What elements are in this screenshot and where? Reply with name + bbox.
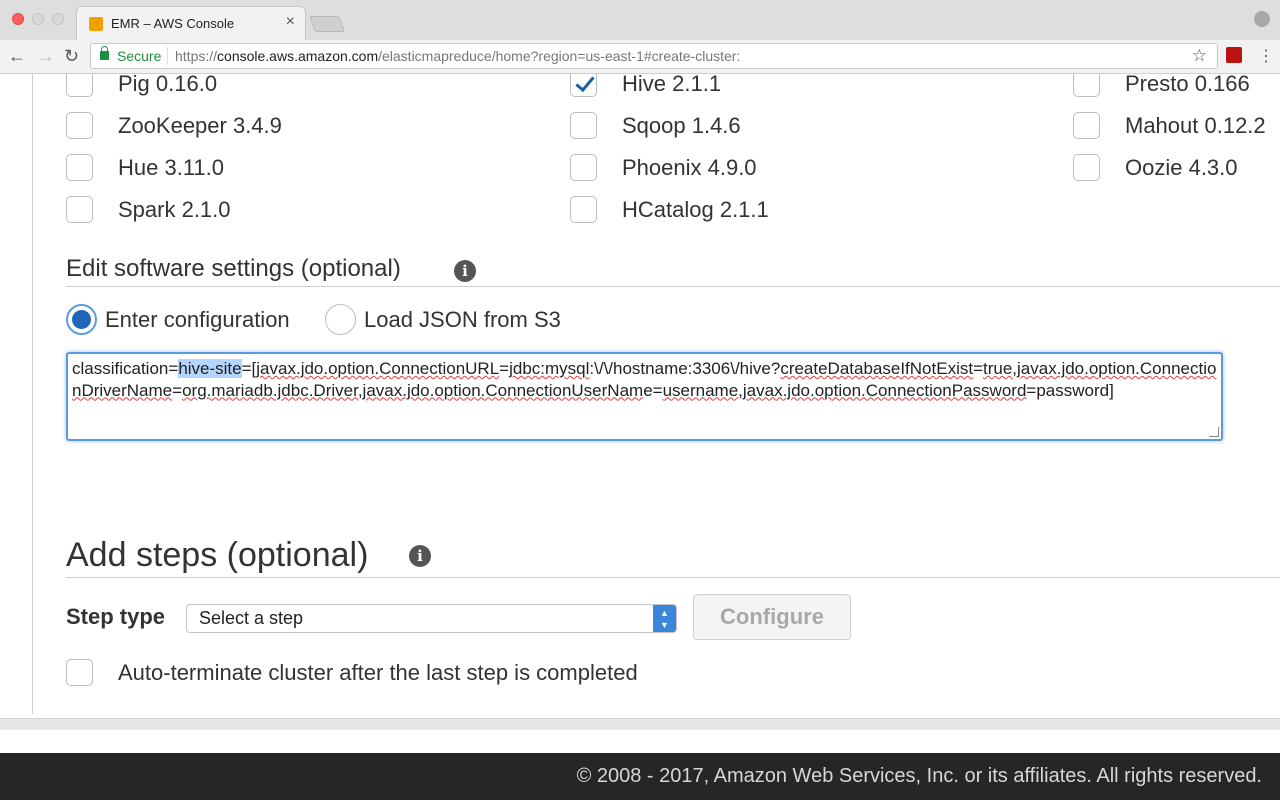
application-label[interactable]: Mahout 0.12.2 <box>1125 112 1266 139</box>
application-label[interactable]: Presto 0.166 <box>1125 74 1250 97</box>
add-steps-title: Add steps (optional) <box>66 536 369 574</box>
config-text: = <box>499 359 510 378</box>
url-text[interactable]: https://console.aws.amazon.com/elasticma… <box>175 48 740 64</box>
application-checkbox[interactable] <box>570 154 597 181</box>
back-arrow-icon[interactable]: ← <box>8 45 26 67</box>
url-host: console.aws.amazon.com <box>217 48 379 64</box>
application-checkbox[interactable] <box>66 112 93 139</box>
application-checkbox[interactable] <box>1073 74 1100 97</box>
section-divider <box>66 286 1280 287</box>
new-tab-button[interactable] <box>309 16 345 32</box>
configuration-textarea[interactable]: classification=hive-site=[javax.jdo.opti… <box>66 352 1223 441</box>
application-checkbox[interactable] <box>66 196 93 223</box>
reload-icon[interactable]: ↻ <box>64 45 79 67</box>
application-label[interactable]: ZooKeeper 3.4.9 <box>118 112 282 139</box>
application-label[interactable]: Hive 2.1.1 <box>622 74 721 97</box>
url-path: /elasticmapreduce/home?region=us-east-1#… <box>378 48 741 64</box>
config-text: jdbc:mysql <box>509 359 590 378</box>
application-label[interactable]: Oozie 4.3.0 <box>1125 154 1238 181</box>
application-checkbox[interactable] <box>570 196 597 223</box>
software-settings-title: Edit software settings (optional) <box>66 255 401 282</box>
tab-title: EMR – AWS Console <box>111 16 235 31</box>
application-label[interactable]: Phoenix 4.9.0 <box>622 154 757 181</box>
config-text: classification= <box>72 359 179 378</box>
enter-configuration-label[interactable]: Enter configuration <box>105 307 290 333</box>
application-label[interactable]: Sqoop 1.4.6 <box>622 112 741 139</box>
close-window-button[interactable] <box>12 13 24 25</box>
config-selection: hive-site <box>178 359 242 378</box>
content-bottom-border <box>0 718 1280 730</box>
browser-toolbar: ← → ↻ Secure https://console.aws.amazon.… <box>0 40 1280 74</box>
step-type-label: Step type <box>66 604 166 629</box>
application-checkbox[interactable] <box>1073 112 1100 139</box>
tab-close-icon[interactable]: × <box>286 13 295 31</box>
lock-icon <box>100 46 109 60</box>
address-bar[interactable]: Secure https://console.aws.amazon.com/el… <box>90 43 1218 69</box>
application-label[interactable]: Spark 2.1.0 <box>118 196 231 223</box>
enter-configuration-radio[interactable] <box>66 304 97 335</box>
application-checkbox[interactable] <box>570 74 597 97</box>
config-text: org.mariadb.jdbc.Driver,javax.jdo.option… <box>182 380 644 400</box>
load-json-s3-label[interactable]: Load JSON from S3 <box>364 307 561 333</box>
secure-label: Secure <box>117 48 162 64</box>
maximize-window-button[interactable] <box>52 13 64 25</box>
config-text: = <box>172 380 183 400</box>
url-divider <box>167 47 168 65</box>
pdf-extension-icon[interactable] <box>1226 47 1242 63</box>
config-text: =password] <box>1026 380 1114 400</box>
aws-favicon-icon <box>89 17 103 31</box>
forward-arrow-icon[interactable]: → <box>37 45 55 67</box>
page-content: Pig 0.16.0 Hive 2.1.1 Presto 0.166 ZooKeepe… <box>0 74 1280 800</box>
page-footer: © 2008 - 2017, Amazon Web Services, Inc.… <box>0 753 1280 800</box>
resize-handle-icon[interactable] <box>1209 427 1219 437</box>
url-scheme: https:// <box>175 48 218 64</box>
select-arrows-icon: ▲ ▼ <box>653 605 676 632</box>
configure-button[interactable]: Configure <box>693 594 851 640</box>
application-label[interactable]: Hue 3.11.0 <box>118 154 224 181</box>
browser-menu-icon[interactable]: ⋮ <box>1258 46 1274 66</box>
application-checkbox[interactable] <box>66 154 93 181</box>
autoterminate-label[interactable]: Auto-terminate cluster after the last st… <box>118 659 638 686</box>
config-text: =[ <box>241 359 257 378</box>
info-icon[interactable]: i <box>454 260 476 282</box>
load-json-s3-radio[interactable] <box>325 304 356 335</box>
bookmark-star-icon[interactable]: ☆ <box>1192 46 1207 66</box>
config-text: createDatabaseIfNotExist <box>780 359 974 378</box>
application-label[interactable]: Pig 0.16.0 <box>118 74 217 97</box>
config-text: :\/\/hostname:3306\/hive? <box>589 359 781 378</box>
config-text: javax.jdo.option.ConnectionURL <box>256 359 500 378</box>
config-text: = <box>973 359 984 378</box>
browser-tab[interactable]: EMR – AWS Console × <box>76 6 306 40</box>
step-select-value: Select a step <box>199 608 304 628</box>
left-divider <box>32 74 33 714</box>
profile-icon[interactable] <box>1254 11 1270 27</box>
copyright-text: © 2008 - 2017, Amazon Web Services, Inc.… <box>576 765 1262 787</box>
step-type-select[interactable]: Select a step ▲ ▼ <box>186 604 677 633</box>
minimize-window-button[interactable] <box>32 13 44 25</box>
section-divider <box>66 577 1280 578</box>
info-icon[interactable]: i <box>409 545 431 567</box>
application-checkbox[interactable] <box>570 112 597 139</box>
application-label[interactable]: HCatalog 2.1.1 <box>622 196 769 223</box>
application-checkbox[interactable] <box>66 74 93 97</box>
autoterminate-checkbox[interactable] <box>66 659 93 686</box>
config-text: username,javax.jdo.option.ConnectionPass… <box>662 380 1027 400</box>
config-text: e= <box>643 380 663 400</box>
browser-titlebar: EMR – AWS Console × <box>0 0 1280 40</box>
application-checkbox[interactable] <box>1073 154 1100 181</box>
